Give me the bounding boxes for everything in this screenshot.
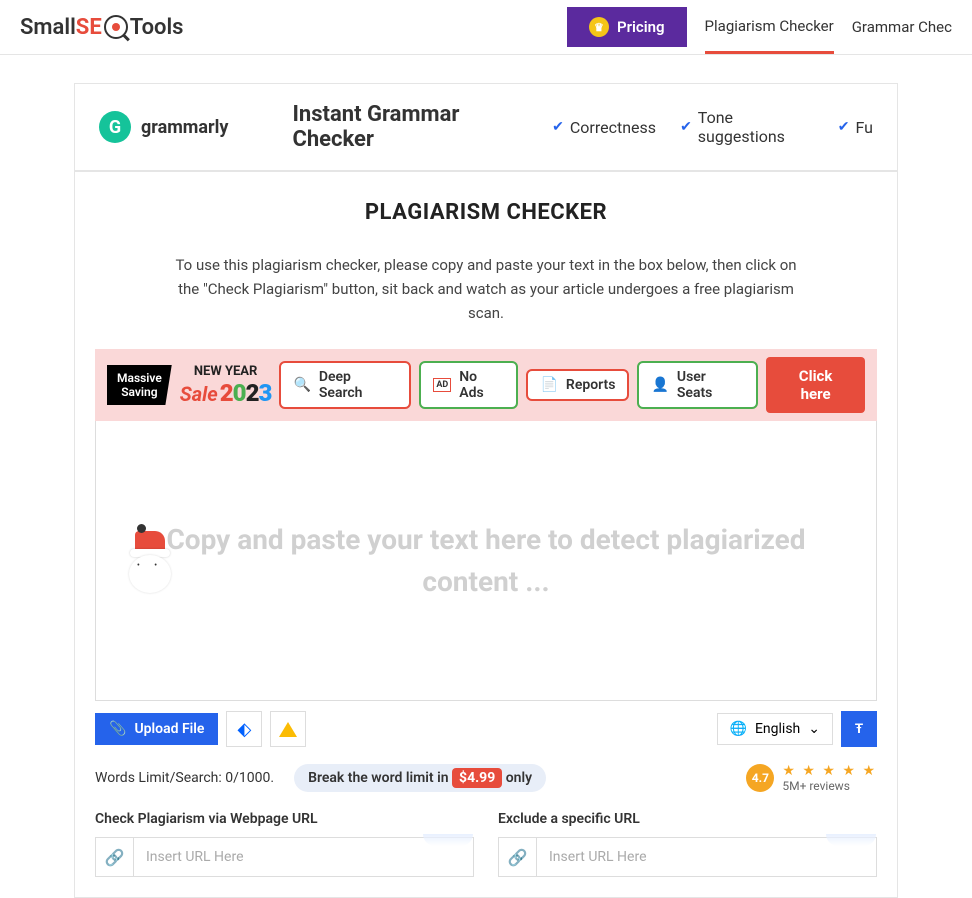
magnifier-icon bbox=[104, 15, 128, 39]
attachment-icon: 📎 bbox=[109, 721, 126, 737]
report-icon: 📄 bbox=[540, 377, 557, 393]
year-2023: 2023 bbox=[220, 379, 272, 407]
exclude-url-column: Exclude a specific URL 🔗 bbox=[498, 811, 877, 877]
text-size-icon: Ŧ bbox=[855, 722, 863, 737]
google-drive-icon bbox=[279, 722, 297, 737]
grammarly-feature-full: ✔Fu bbox=[838, 118, 873, 137]
site-logo[interactable]: Small S E Tools bbox=[20, 15, 184, 40]
break-limit-promo[interactable]: Break the word limit in $4.99 only bbox=[294, 764, 546, 792]
grammarly-feature-tone: ✔Tone suggestions bbox=[680, 108, 814, 146]
grammarly-icon: G bbox=[99, 111, 131, 143]
price-badge: $4.99 bbox=[452, 768, 502, 788]
stats-row: Words Limit/Search: 0/1000. Break the wo… bbox=[75, 757, 897, 799]
rating-score: 4.7 bbox=[746, 764, 774, 792]
exclude-url-label: Exclude a specific URL bbox=[498, 811, 877, 827]
search-icon: 🔍 bbox=[293, 377, 310, 393]
promo-click-here-button[interactable]: Click here bbox=[766, 357, 865, 413]
pricing-button[interactable]: ♛ Pricing bbox=[567, 7, 687, 47]
grammarly-brand: grammarly bbox=[141, 117, 228, 138]
new-year-block: NEW YEAR Sale 2023 bbox=[180, 364, 272, 407]
santa-icon bbox=[126, 531, 174, 591]
editor-toolbar: 📎 Upload File ⬖ 🌐 English ⌄ Ŧ bbox=[75, 701, 897, 757]
promo-reports[interactable]: 📄Reports bbox=[526, 369, 629, 401]
new-year-label: NEW YEAR bbox=[180, 364, 272, 379]
dropbox-button[interactable]: ⬖ bbox=[226, 711, 262, 747]
rating-block[interactable]: 4.7 ★ ★ ★ ★ ★ 5M+ reviews bbox=[746, 763, 877, 793]
text-size-button[interactable]: Ŧ bbox=[841, 711, 877, 747]
chevron-down-icon: ⌄ bbox=[808, 721, 820, 737]
google-drive-button[interactable] bbox=[270, 711, 306, 747]
logo-text-e: E bbox=[89, 15, 101, 40]
no-ads-icon: AD bbox=[433, 378, 451, 392]
main-content: PLAGIARISM CHECKER To use this plagiaris… bbox=[74, 171, 898, 898]
words-limit-text: Words Limit/Search: 0/1000. bbox=[95, 770, 274, 786]
check-icon: ✔ bbox=[680, 119, 692, 135]
link-icon: 🔗 bbox=[499, 838, 537, 876]
instructions-text: To use this plagiarism checker, please c… bbox=[75, 243, 897, 349]
grammarly-feature-correctness: ✔Correctness bbox=[552, 118, 656, 137]
globe-icon: 🌐 bbox=[730, 721, 747, 737]
snow-decoration bbox=[826, 834, 876, 846]
top-header: Small S E Tools ♛ Pricing Plagiarism Che… bbox=[0, 0, 972, 55]
snow-decoration bbox=[423, 834, 473, 846]
logo-text-tools: Tools bbox=[130, 15, 184, 40]
promo-deep-search[interactable]: 🔍Deep Search bbox=[279, 361, 411, 409]
language-selector[interactable]: 🌐 English ⌄ bbox=[717, 713, 833, 745]
promo-no-ads[interactable]: ADNo Ads bbox=[419, 361, 518, 409]
check-icon: ✔ bbox=[552, 119, 564, 135]
reviews-count: 5M+ reviews bbox=[782, 779, 877, 793]
grammarly-title: Instant Grammar Checker bbox=[292, 102, 528, 152]
check-url-column: Check Plagiarism via Webpage URL 🔗 bbox=[95, 811, 474, 877]
exclude-url-input[interactable] bbox=[537, 839, 876, 875]
exclude-url-input-wrap: 🔗 bbox=[498, 837, 877, 877]
upload-file-button[interactable]: 📎 Upload File bbox=[95, 713, 218, 745]
crown-icon: ♛ bbox=[589, 17, 609, 37]
pricing-label: Pricing bbox=[617, 18, 665, 36]
page-title: PLAGIARISM CHECKER bbox=[75, 172, 897, 243]
text-input-area[interactable]: Copy and paste your text here to detect … bbox=[95, 421, 877, 701]
logo-text-s: S bbox=[76, 15, 90, 40]
textarea-placeholder: Copy and paste your text here to detect … bbox=[146, 519, 826, 603]
check-url-input[interactable] bbox=[134, 839, 473, 875]
promo-strip: Massive Saving NEW YEAR Sale 2023 🔍Deep … bbox=[95, 349, 877, 421]
grammarly-logo: G grammarly bbox=[99, 111, 228, 143]
grammarly-ad-banner[interactable]: G grammarly Instant Grammar Checker ✔Cor… bbox=[74, 83, 898, 171]
dropbox-icon: ⬖ bbox=[238, 719, 252, 740]
link-icon: 🔗 bbox=[96, 838, 134, 876]
users-icon: 👤 bbox=[651, 377, 668, 393]
check-url-input-wrap: 🔗 bbox=[95, 837, 474, 877]
url-inputs-row: Check Plagiarism via Webpage URL 🔗 Exclu… bbox=[75, 799, 897, 877]
nav-grammar-checker[interactable]: Grammar Chec bbox=[852, 2, 952, 52]
sale-text: Sale bbox=[180, 382, 218, 406]
star-icons: ★ ★ ★ ★ ★ bbox=[782, 763, 877, 779]
logo-text-small: Small bbox=[20, 15, 76, 40]
check-url-label: Check Plagiarism via Webpage URL bbox=[95, 811, 474, 827]
check-icon: ✔ bbox=[838, 119, 850, 135]
massive-saving-badge: Massive Saving bbox=[107, 365, 172, 406]
nav-plagiarism-checker[interactable]: Plagiarism Checker bbox=[705, 1, 834, 54]
promo-user-seats[interactable]: 👤User Seats bbox=[637, 361, 758, 409]
top-nav: ♛ Pricing Plagiarism Checker Grammar Che… bbox=[567, 1, 952, 54]
